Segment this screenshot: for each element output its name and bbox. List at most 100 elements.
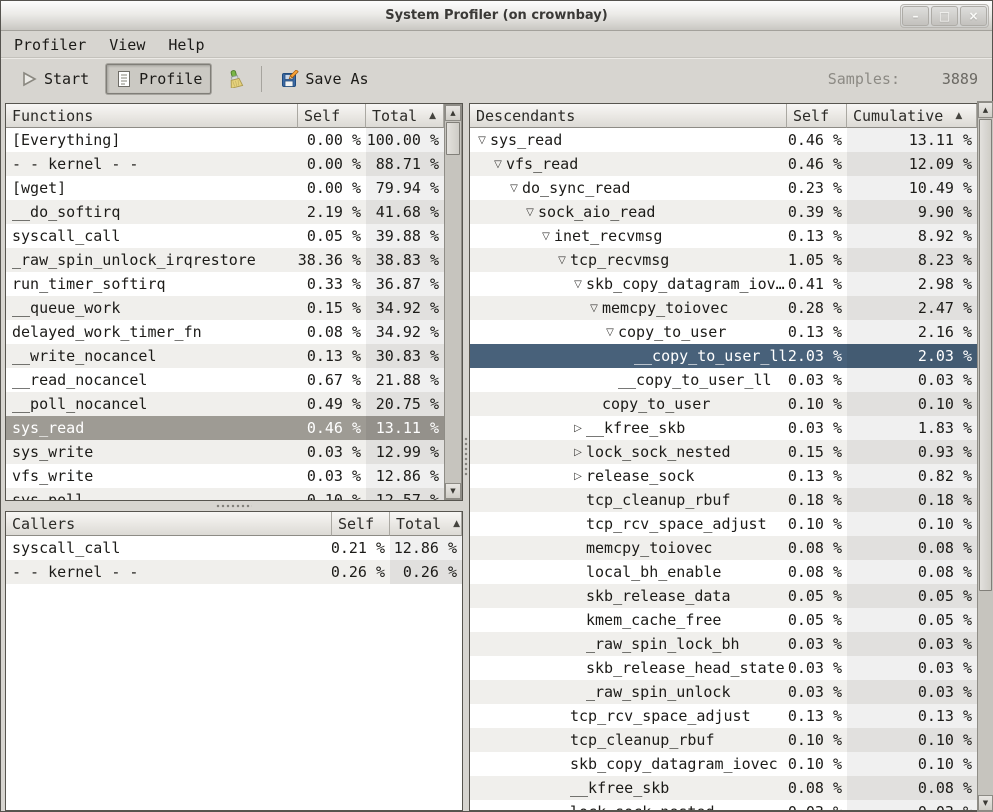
descendant-row[interactable]: tcp_rcv_space_adjust 0.10 % 0.10 % — [470, 512, 977, 536]
menu-item[interactable]: Profiler — [12, 35, 88, 55]
functions-total-column-header[interactable]: Total ▲ — [366, 104, 444, 128]
function-row[interactable]: run_timer_softirq 0.33 % 36.87 % — [6, 272, 444, 296]
callers-self-column-header[interactable]: Self — [332, 512, 390, 536]
function-row[interactable]: delayed_work_timer_fn 0.08 % 34.92 % — [6, 320, 444, 344]
functions-self-column-header[interactable]: Self — [298, 104, 366, 128]
scrollbar-thumb[interactable] — [979, 119, 992, 591]
caller-row[interactable]: - - kernel - - 0.26 % 0.26 % — [6, 560, 462, 584]
tree-expander-icon[interactable]: ▽ — [586, 303, 602, 314]
descendant-row[interactable]: __copy_to_user_ll 0.03 % 0.03 % — [470, 368, 977, 392]
descendant-row[interactable]: ▽ sys_read 0.46 % 13.11 % — [470, 128, 977, 152]
scroll-up-icon[interactable]: ▲ — [445, 105, 461, 121]
descendant-row[interactable]: ▷ __kfree_skb 0.03 % 1.83 % — [470, 416, 977, 440]
descendant-row[interactable]: memcpy_toiovec 0.08 % 0.08 % — [470, 536, 977, 560]
descendant-row[interactable]: tcp_cleanup_rbuf 0.10 % 0.10 % — [470, 728, 977, 752]
descendant-row[interactable]: _raw_spin_lock_bh 0.03 % 0.03 % — [470, 632, 977, 656]
functions-panel: Functions Self Total ▲ [Everything] 0.00… — [5, 103, 463, 501]
descendants-self-column-header[interactable]: Self — [787, 104, 847, 128]
descendant-row[interactable]: skb_release_data 0.05 % 0.05 % — [470, 584, 977, 608]
descendant-row[interactable]: _raw_spin_unlock 0.03 % 0.03 % — [470, 680, 977, 704]
descendant-cumulative-value: 0.10 % — [847, 752, 977, 776]
descendant-row[interactable]: ▽ tcp_recvmsg 1.05 % 8.23 % — [470, 248, 977, 272]
tree-expander-icon[interactable]: ▽ — [538, 231, 554, 242]
function-row[interactable]: [wget] 0.00 % 79.94 % — [6, 176, 444, 200]
function-row[interactable]: sys_read 0.46 % 13.11 % — [6, 416, 444, 440]
function-row[interactable]: __poll_nocancel 0.49 % 20.75 % — [6, 392, 444, 416]
tree-expander-icon[interactable]: ▽ — [554, 255, 570, 266]
function-row[interactable]: __queue_work 0.15 % 34.92 % — [6, 296, 444, 320]
menu-item[interactable]: Help — [166, 35, 206, 55]
menu-item[interactable]: View — [107, 35, 147, 55]
function-row[interactable]: __read_nocancel 0.67 % 21.88 % — [6, 368, 444, 392]
descendants-cumulative-column-header[interactable]: Cumulative ▲ — [847, 104, 977, 128]
descendant-row[interactable]: __kfree_skb 0.08 % 0.08 % — [470, 776, 977, 800]
function-row[interactable]: [Everything] 0.00 % 100.00 % — [6, 128, 444, 152]
scrollbar-thumb[interactable] — [446, 122, 460, 155]
descendant-row[interactable]: ▷ release_sock 0.13 % 0.82 % — [470, 464, 977, 488]
descendant-self-value: 0.28 % — [787, 299, 842, 317]
save-icon — [282, 70, 300, 87]
functions-scrollbar[interactable]: ▲ ▼ — [444, 104, 462, 500]
function-name: __write_nocancel — [12, 347, 157, 365]
descendant-row[interactable]: ▽ vfs_read 0.46 % 12.09 % — [470, 152, 977, 176]
descendant-cumulative-value: 1.83 % — [847, 416, 977, 440]
descendant-row[interactable]: tcp_cleanup_rbuf 0.18 % 0.18 % — [470, 488, 977, 512]
caller-row[interactable]: syscall_call 0.21 % 12.86 % — [6, 536, 462, 560]
descendant-row[interactable]: ▽ do_sync_read 0.23 % 10.49 % — [470, 176, 977, 200]
minimize-button[interactable]: – — [902, 6, 929, 26]
descendant-row[interactable]: ▽ inet_recvmsg 0.13 % 8.92 % — [470, 224, 977, 248]
descendant-row[interactable]: copy_to_user 0.10 % 0.10 % — [470, 392, 977, 416]
function-row[interactable]: __write_nocancel 0.13 % 30.83 % — [6, 344, 444, 368]
descendant-row[interactable]: ▽ copy_to_user 0.13 % 2.16 % — [470, 320, 977, 344]
functions-column-header[interactable]: Functions — [6, 104, 298, 128]
reset-button[interactable] — [217, 64, 253, 94]
function-total-value: 20.75 % — [366, 392, 444, 416]
descendant-row[interactable]: skb_copy_datagram_iovec 0.10 % 0.10 % — [470, 752, 977, 776]
start-button[interactable]: Start — [11, 64, 98, 94]
descendant-row[interactable]: local_bh_enable 0.08 % 0.08 % — [470, 560, 977, 584]
descendant-row[interactable]: skb_release_head_state 0.03 % 0.03 % — [470, 656, 977, 680]
tree-expander-icon[interactable]: ▽ — [474, 135, 490, 146]
scroll-down-icon[interactable]: ▼ — [445, 483, 461, 499]
callers-column-header[interactable]: Callers — [6, 512, 332, 536]
descendant-row[interactable]: tcp_rcv_space_adjust 0.13 % 0.13 % — [470, 704, 977, 728]
function-name: [Everything] — [12, 131, 121, 149]
descendant-name: memcpy_toiovec — [602, 299, 729, 317]
function-total-value: 13.11 % — [366, 416, 444, 440]
function-row[interactable]: sys_poll 0.10 % 12.57 % — [6, 488, 444, 500]
titlebar[interactable]: System Profiler (on crownbay) – □ × — [1, 1, 992, 31]
descendant-row[interactable]: ▽ skb_copy_datagram_iov… 0.41 % 2.98 % — [470, 272, 977, 296]
descendant-row[interactable]: ▷ lock_sock_nested 0.15 % 0.93 % — [470, 440, 977, 464]
descendants-column-header[interactable]: Descendants — [470, 104, 787, 128]
scroll-down-icon[interactable]: ▼ — [978, 795, 993, 811]
function-row[interactable]: sys_write 0.03 % 12.99 % — [6, 440, 444, 464]
maximize-button[interactable]: □ — [931, 6, 958, 26]
descendant-self-value: 0.13 % — [787, 323, 842, 341]
descendant-row[interactable]: kmem_cache_free 0.05 % 0.05 % — [470, 608, 977, 632]
tree-expander-icon[interactable]: ▽ — [570, 279, 586, 290]
function-row[interactable]: vfs_write 0.03 % 12.86 % — [6, 464, 444, 488]
horizontal-splitter[interactable] — [5, 501, 463, 511]
descendants-scrollbar[interactable]: ▲ ▼ — [977, 101, 993, 812]
callers-total-column-header[interactable]: Total ▲ — [390, 512, 462, 536]
function-row[interactable]: __do_softirq 2.19 % 41.68 % — [6, 200, 444, 224]
descendant-row[interactable]: ▽ memcpy_toiovec 0.28 % 2.47 % — [470, 296, 977, 320]
profile-button[interactable]: Profile — [106, 64, 212, 94]
save-as-button[interactable]: Save As — [272, 64, 377, 94]
tree-expander-icon[interactable]: ▽ — [490, 159, 506, 170]
function-row[interactable]: syscall_call 0.05 % 39.88 % — [6, 224, 444, 248]
descendant-row[interactable]: __copy_to_user_ll 2.03 % 2.03 % — [470, 344, 977, 368]
tree-expander-icon[interactable]: ▽ — [602, 327, 618, 338]
tree-expander-icon[interactable]: ▷ — [570, 423, 586, 434]
close-button[interactable]: × — [960, 6, 987, 26]
tree-expander-icon[interactable]: ▽ — [506, 183, 522, 194]
scroll-up-icon[interactable]: ▲ — [978, 102, 993, 118]
function-row[interactable]: - - kernel - - 0.00 % 88.71 % — [6, 152, 444, 176]
tree-expander-icon[interactable]: ▽ — [522, 207, 538, 218]
tree-expander-icon[interactable]: ▷ — [570, 447, 586, 458]
descendants-header-row: Descendants Self Cumulative ▲ — [470, 104, 977, 128]
tree-expander-icon[interactable]: ▷ — [570, 471, 586, 482]
descendant-row[interactable]: lock_sock_nested 0.03 % 0.03 % — [470, 800, 977, 810]
descendant-row[interactable]: ▽ sock_aio_read 0.39 % 9.90 % — [470, 200, 977, 224]
function-row[interactable]: _raw_spin_unlock_irqrestore 38.36 % 38.8… — [6, 248, 444, 272]
